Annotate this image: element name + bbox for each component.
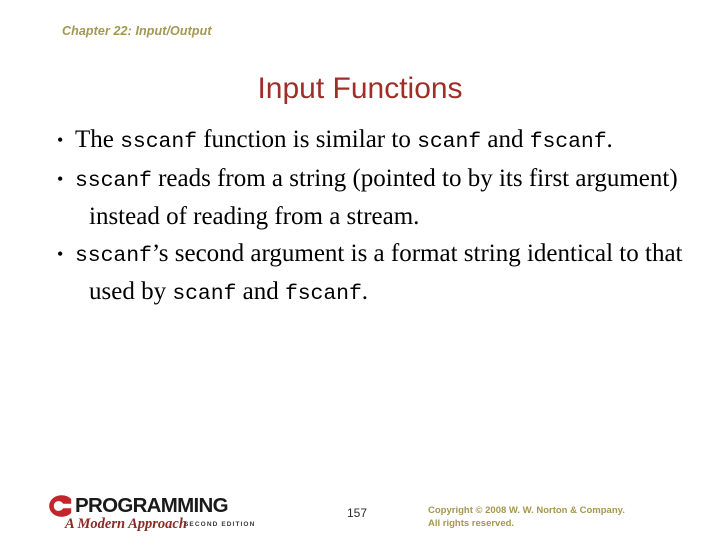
bullet-item: • sscanf’s second argument is a format st… — [40, 236, 688, 313]
logo-wordmark-text: PROGRAMMING — [75, 494, 229, 517]
copyright-line-1: Copyright © 2008 W. W. Norton & Company. — [428, 505, 625, 516]
slide-canvas: { "slide": { "chapter_header": "Chapter … — [0, 0, 720, 540]
bullet-marker-icon: • — [57, 168, 64, 189]
bullet-list: • The sscanf function is similar to scanf… — [40, 122, 688, 313]
code-term: sscanf — [120, 130, 197, 154]
bullet-marker-icon: • — [57, 130, 64, 150]
bullet-item: • sscanf reads from a string (pointed to … — [40, 161, 688, 236]
bullet-item: • The sscanf function is similar to scanf… — [40, 122, 688, 161]
code-term: sscanf — [75, 168, 152, 193]
logo-subtitle: A Modern Approach — [65, 516, 187, 532]
bullet-text-run: . — [361, 278, 369, 305]
code-term: fscanf — [284, 282, 362, 306]
code-term: fscanf — [529, 130, 607, 154]
code-term: scanf — [417, 130, 482, 154]
bullet-text-run: and — [481, 126, 530, 153]
page-title: Input Functions — [257, 72, 463, 105]
bullet-marker-icon: • — [57, 243, 64, 264]
page-number: 157 — [347, 506, 368, 520]
bullet-text-run: The — [75, 126, 121, 153]
chapter-header: Chapter 22: Input/Output — [62, 24, 212, 38]
bullet-text-run: function is similar to — [196, 126, 418, 153]
copyright-line-2: All rights reserved. — [428, 517, 515, 529]
code-term: sscanf — [75, 243, 152, 268]
code-term: scanf — [172, 282, 237, 306]
book-logo: PROGRAMMING A Modern Approach SECOND EDI… — [47, 494, 297, 538]
copyright-block: Copyright © 2008 W. W. Norton & Company.… — [428, 505, 625, 530]
logo-edition: SECOND EDITION — [184, 521, 256, 528]
bullet-text-run: . — [606, 126, 613, 153]
bullet-text-run: reads from a string (pointed to by its f… — [89, 164, 678, 231]
bullet-text-run: and — [236, 278, 285, 305]
